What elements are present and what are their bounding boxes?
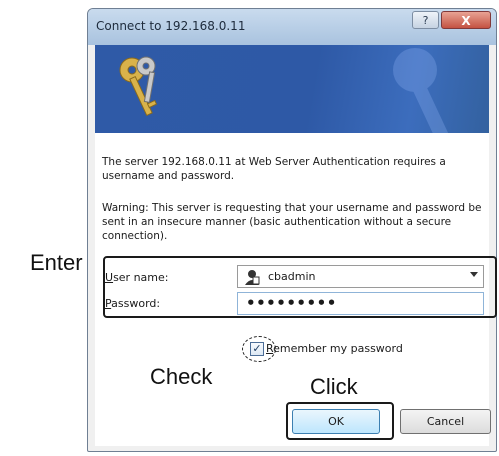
- help-button[interactable]: ?: [412, 11, 439, 29]
- cancel-button[interactable]: Cancel: [400, 409, 491, 434]
- title-bar[interactable]: Connect to 192.168.0.11 ? X: [88, 9, 496, 45]
- keys-icon: [119, 56, 158, 117]
- login-dialog: Connect to 192.168.0.11 ? X The server 1…: [87, 8, 497, 452]
- enter-callout: Enter: [30, 250, 83, 275]
- close-button[interactable]: X: [441, 11, 491, 29]
- remember-password-checkbox[interactable]: ✓: [250, 342, 264, 356]
- banner: [95, 45, 489, 133]
- key-watermark-icon: [393, 48, 454, 133]
- warning-message: Warning: This server is requesting that …: [102, 202, 482, 242]
- server-message: The server 192.168.0.11 at Web Server Au…: [102, 156, 446, 182]
- check-callout: Check: [150, 364, 213, 389]
- enter-callout-box: [103, 256, 497, 318]
- click-callout: Click: [310, 374, 358, 399]
- remember-password-label[interactable]: Remember my password: [266, 342, 403, 355]
- dialog-title: Connect to 192.168.0.11: [96, 19, 246, 33]
- ok-button[interactable]: OK: [292, 409, 380, 434]
